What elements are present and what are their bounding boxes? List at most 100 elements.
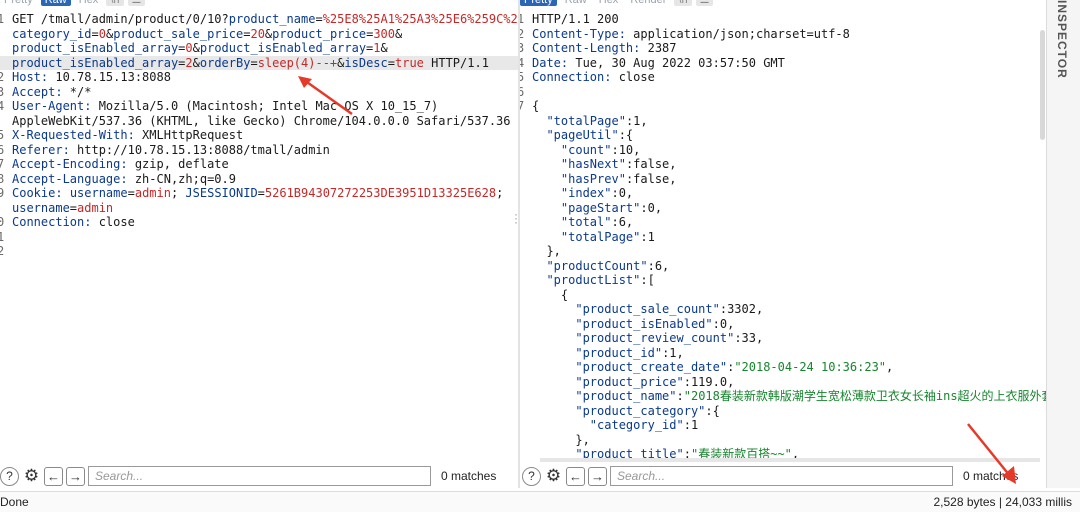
code-line: AppleWebKit/537.36 (KHTML, like Gecko) C… (0, 114, 518, 129)
line-text: Date: Tue, 30 Aug 2022 03:57:50 GMT (532, 56, 785, 71)
tab-request-0[interactable]: Pretty (0, 0, 37, 6)
tab-response-1[interactable]: Raw (561, 0, 591, 6)
token: gzip, deflate (127, 157, 229, 171)
line-number: 6 (520, 84, 525, 99)
token: 10.78.15.13:8088 (48, 70, 171, 84)
tab-request-1[interactable]: Raw (40, 0, 71, 6)
gear-icon[interactable]: ⚙ (22, 466, 41, 486)
request-view-tabs: Pretty Raw Hex \n ☰ (0, 0, 146, 6)
code-line: product_isEnabled_array=2&orderBy=sleep(… (0, 55, 518, 70)
line-text: User-Agent: Mozilla/5.0 (Macintosh; Inte… (12, 99, 438, 114)
line-text: "productList":[ (532, 273, 654, 288)
request-search-input[interactable] (88, 466, 431, 486)
line-text: Connection: close (12, 215, 135, 230)
token: User-Agent: (12, 99, 92, 113)
token: product_isEnabled_array (199, 41, 367, 55)
token: JSESSIONID (185, 186, 258, 200)
inspector-side-tab[interactable]: INSPECTOR (1046, 0, 1080, 488)
tab-request-3[interactable]: \n (106, 0, 124, 6)
code-line: 0 Connection: close (0, 215, 518, 230)
token: :3302, (719, 302, 764, 316)
response-match-count: 0 matches (963, 469, 1019, 483)
status-text: Done (0, 495, 29, 509)
code-line: 1 (0, 230, 518, 245)
line-text: "product_name":"2018春装新款韩版潮学生宽松薄款卫衣女长袖in… (532, 389, 1046, 404)
token: :0, (640, 200, 663, 215)
line-number: 2 (0, 244, 5, 258)
line-number: 3 (0, 84, 5, 99)
code-line: 7{ (520, 99, 1046, 114)
token: Mozilla/5.0 (Macintosh; Intel Mac OS X 1… (91, 99, 439, 113)
line-number: 9 (0, 186, 5, 200)
tab-response-0[interactable]: Pretty (520, 0, 557, 6)
code-line: 1 HTTP/1.1 200 (520, 12, 1046, 27)
tab-response-4[interactable]: \n (674, 0, 692, 6)
line-number: 0 (0, 215, 5, 229)
line-text: "total":6, (532, 215, 633, 230)
request-search-bar: ? ⚙ ← → 0 matches (0, 465, 518, 487)
token: "total" (560, 215, 612, 229)
tab-response-2[interactable]: Hex (595, 0, 623, 6)
code-line: 8 Accept-Language: zh-CN,zh;q=0.9 (0, 172, 518, 187)
code-line: "product_price":119.0, (520, 375, 1046, 390)
token: product_isEnabled_array (12, 55, 179, 70)
token: Content-Length: (532, 41, 641, 55)
help-icon[interactable]: ? (0, 466, 19, 486)
line-text: Content-Length: 2387 (532, 41, 677, 56)
line-text: X-Requested-With: XMLHttpRequest (12, 128, 243, 143)
request-editor[interactable]: 1 GET /tmall/admin/product/0/10?product_n… (0, 12, 518, 259)
code-line: 2 (0, 244, 518, 259)
token: product_isEnabled_array (12, 41, 179, 55)
arrow-left-icon[interactable]: ← (566, 466, 585, 486)
line-text: HTTP/1.1 200 (532, 12, 619, 27)
code-line: "category_id":1 (520, 418, 1046, 433)
token: ; (496, 186, 504, 200)
line-number: 4 (520, 55, 525, 70)
gear-icon[interactable]: ⚙ (544, 466, 563, 486)
line-text: { (532, 99, 539, 114)
response-scrollbar[interactable] (1040, 30, 1045, 140)
code-line: "pageUtil":{ (520, 128, 1046, 143)
tab-response-5[interactable]: ☰ (695, 0, 714, 6)
token: = (315, 12, 323, 26)
tab-response-3[interactable]: Render (626, 0, 670, 6)
token: 0 (98, 26, 106, 41)
code-line: "product_sale_count":3302, (520, 302, 1046, 317)
line-text: Content-Type: application/json;charset=u… (532, 27, 850, 42)
line-number: 5 (520, 70, 525, 84)
tab-request-2[interactable]: Hex (75, 0, 103, 6)
arrow-left-icon[interactable]: ← (44, 466, 63, 486)
code-line: product_isEnabled_array=0&product_isEnab… (0, 41, 518, 56)
token: "pageUtil" (546, 128, 619, 142)
token: { (532, 287, 569, 302)
arrow-right-icon[interactable]: → (588, 466, 607, 486)
line-text: "count":10, (532, 143, 640, 158)
line-number: 5 (0, 128, 5, 142)
token: :1, (625, 113, 648, 128)
code-line: username=admin (0, 201, 518, 216)
token: :119.0, (683, 374, 735, 389)
code-line: "productCount":6, (520, 259, 1046, 274)
token: "totalPage" (546, 113, 626, 128)
code-line: 7 Accept-Encoding: gzip, deflate (0, 157, 518, 172)
token: "totalPage" (560, 229, 641, 244)
help-icon[interactable]: ? (522, 466, 541, 486)
token: admin (134, 186, 171, 200)
code-line: "productList":[ (520, 273, 1046, 288)
response-search-input[interactable] (610, 466, 953, 486)
response-viewer[interactable]: 1 HTTP/1.1 200 2 Content-Type: application/… (520, 12, 1046, 462)
arrow-right-icon[interactable]: → (66, 466, 85, 486)
token: username (69, 186, 128, 200)
token: sleep(4)--+ (257, 55, 338, 70)
response-horizontal-scrollbar[interactable] (540, 458, 1040, 462)
tab-request-4[interactable]: ☰ (127, 0, 146, 6)
line-text: "hasPrev":false, (532, 172, 677, 187)
